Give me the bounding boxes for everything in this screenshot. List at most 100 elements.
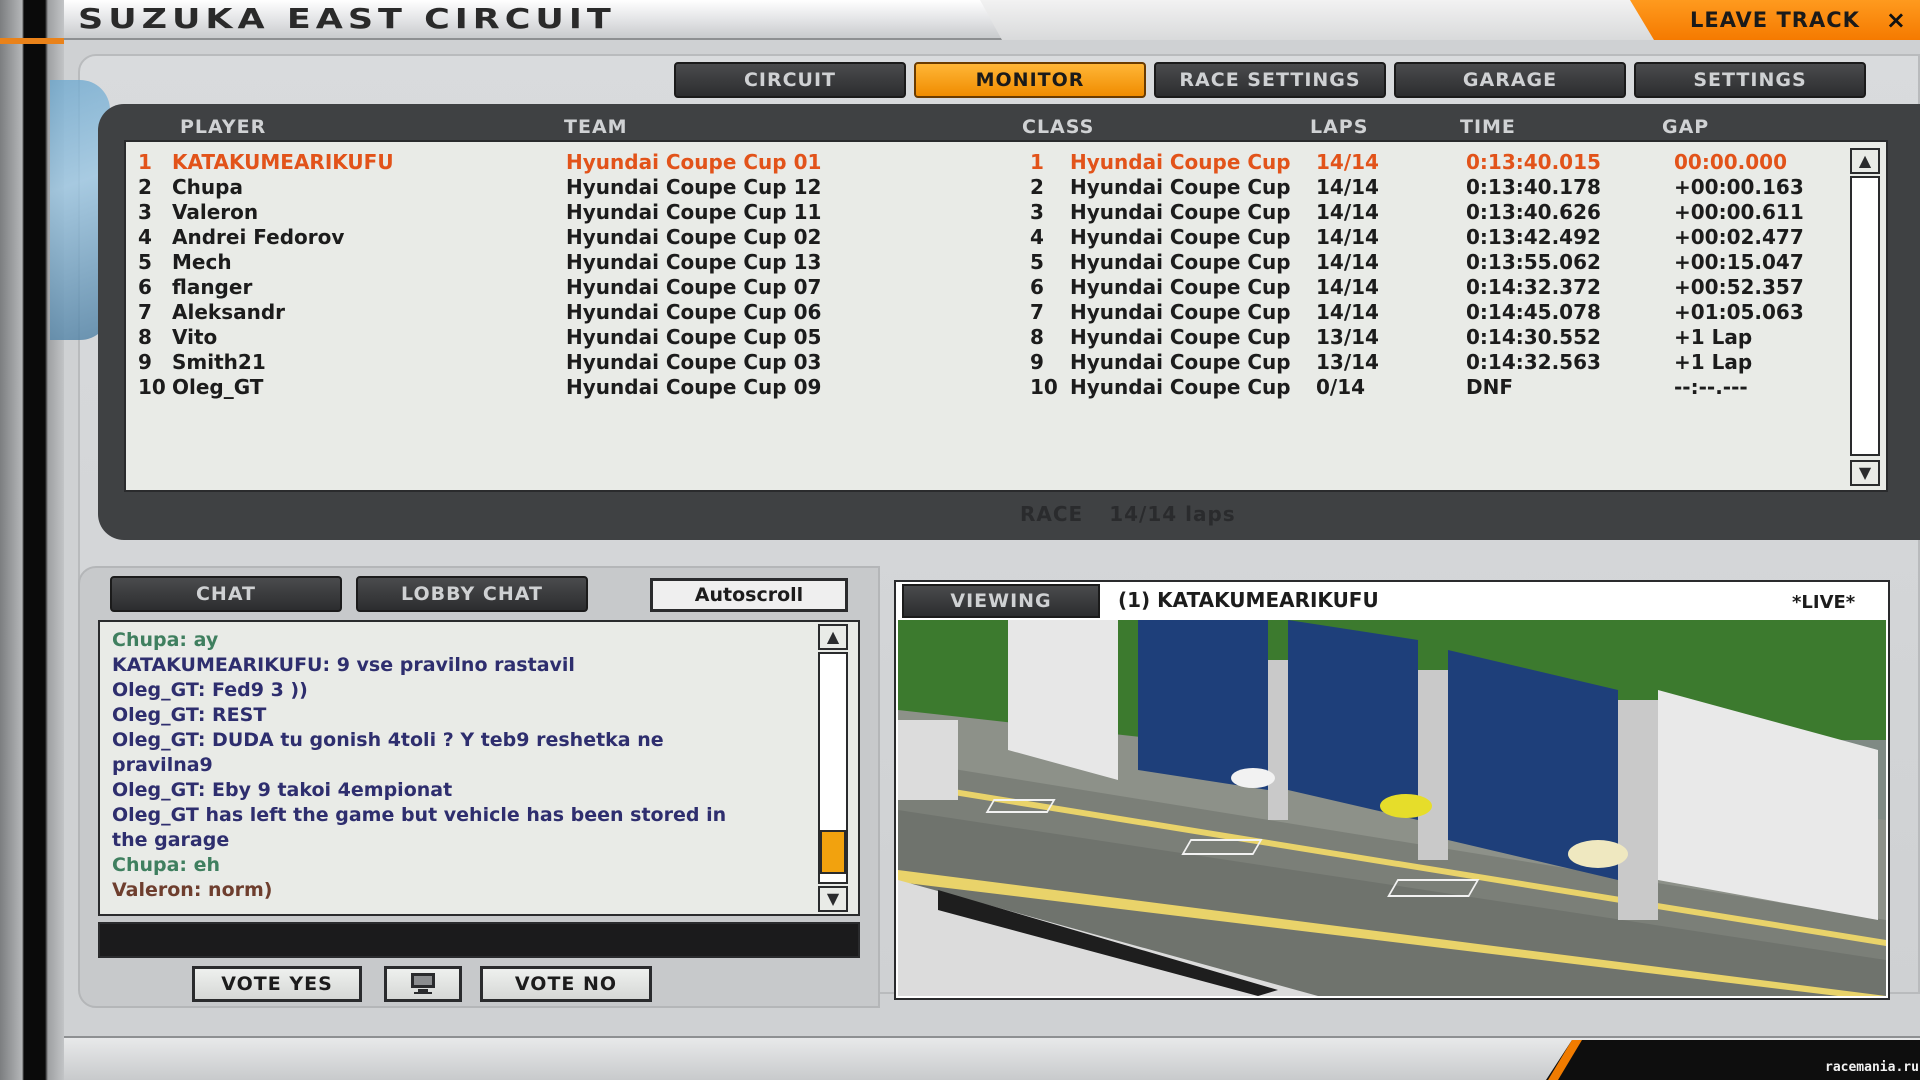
- vote-no-button[interactable]: VOTE NO: [480, 966, 652, 1002]
- result-team: Hyundai Coupe Cup 02: [566, 225, 822, 249]
- header-class: CLASS: [1022, 116, 1095, 138]
- result-gap: +1 Lap: [1674, 350, 1753, 374]
- chat-message: Chupa: eh: [112, 854, 221, 876]
- result-player: Chupa: [172, 175, 243, 199]
- chat-scrollbar[interactable]: ▲ ▼: [818, 624, 848, 912]
- chat-message: Oleg_GT: Fed9 3 )): [112, 679, 308, 701]
- result-time: 0:14:30.552: [1466, 325, 1601, 349]
- table-row[interactable]: 8 Vito Hyundai Coupe Cup 05 8 Hyundai Coupe …: [126, 325, 1826, 350]
- result-player: Mech: [172, 250, 232, 274]
- tab-monitor[interactable]: MONITOR: [914, 62, 1146, 98]
- scroll-up-icon[interactable]: ▲: [1850, 148, 1880, 174]
- result-gap: +00:15.047: [1674, 250, 1804, 274]
- chat-message: Oleg_GT: Eby 9 takoi 4empionat: [112, 779, 453, 801]
- result-gap: +00:00.163: [1674, 175, 1804, 199]
- result-gap: +00:52.357: [1674, 275, 1804, 299]
- tab-chat[interactable]: CHAT: [110, 576, 342, 612]
- table-row[interactable]: 3 Valeron Hyundai Coupe Cup 11 3 Hyundai Cou…: [126, 200, 1826, 225]
- result-team: Hyundai Coupe Cup 03: [566, 350, 822, 374]
- results-header: PLAYER TEAM CLASS LAPS TIME GAP: [98, 110, 1920, 140]
- result-class-position: 4: [1030, 225, 1044, 249]
- watermark: racemania.ru: [1825, 1060, 1919, 1075]
- header-gap: GAP: [1662, 116, 1710, 138]
- result-gap: +00:00.611: [1674, 200, 1804, 224]
- race-laps-label: 14/14 laps: [1109, 502, 1236, 526]
- live-badge: *LIVE*: [1792, 592, 1856, 613]
- result-laps: 13/14: [1316, 350, 1379, 374]
- chat-message: the garage: [112, 829, 230, 851]
- tab-garage[interactable]: GARAGE: [1394, 62, 1626, 98]
- pit-lane-camera-image: [898, 620, 1886, 996]
- result-player: Vito: [172, 325, 218, 349]
- header-laps: LAPS: [1310, 116, 1369, 138]
- close-icon[interactable]: ×: [1886, 6, 1906, 34]
- result-team: Hyundai Coupe Cup 06: [566, 300, 822, 324]
- table-row[interactable]: 5 Mech Hyundai Coupe Cup 13 5 Hyundai Coupe …: [126, 250, 1826, 275]
- result-class: Hyundai Coupe Cup: [1070, 250, 1291, 274]
- result-position: 6: [138, 275, 152, 299]
- vote-yes-button[interactable]: VOTE YES: [192, 966, 362, 1002]
- header-time: TIME: [1460, 116, 1516, 138]
- tab-race-settings[interactable]: RACE SETTINGS: [1154, 62, 1386, 98]
- chat-message: pravilna9: [112, 754, 213, 776]
- results-scrollbar[interactable]: ▲ ▼: [1850, 148, 1880, 488]
- result-team: Hyundai Coupe Cup 01: [566, 150, 822, 174]
- result-team: Hyundai Coupe Cup 13: [566, 250, 822, 274]
- autoscroll-toggle[interactable]: Autoscroll: [650, 578, 848, 612]
- result-time: 0:13:55.062: [1466, 250, 1601, 274]
- result-position: 10: [138, 375, 166, 399]
- chat-message: Oleg_GT has left the game but vehicle ha…: [112, 804, 727, 826]
- tab-lobby-chat[interactable]: LOBBY CHAT: [356, 576, 588, 612]
- chat-log: Chupa: ay KATAKUMEARIKUFU: 9 vse pravilno…: [98, 620, 860, 916]
- chat-input[interactable]: [98, 922, 860, 958]
- result-class-position: 3: [1030, 200, 1044, 224]
- result-class: Hyundai Coupe Cup: [1070, 375, 1291, 399]
- result-player: flanger: [172, 275, 253, 299]
- table-row[interactable]: 1 KATAKUMEARIKUFU Hyundai Coupe Cup 01 1 Hyu…: [126, 150, 1826, 175]
- monitor-icon: [411, 973, 435, 994]
- chat-message: Oleg_GT: DUDA tu gonish 4toli ? Y teb9 r…: [112, 729, 664, 751]
- table-row[interactable]: 9 Smith21 Hyundai Coupe Cup 03 9 Hyundai Cou…: [126, 350, 1826, 375]
- result-class-position: 2: [1030, 175, 1044, 199]
- header-team: TEAM: [564, 116, 628, 138]
- header-player: PLAYER: [180, 116, 267, 138]
- leave-track-button[interactable]: LEAVE TRACK ×: [1630, 0, 1920, 40]
- race-session-label: RACE: [1020, 502, 1084, 526]
- chat-scroll-thumb[interactable]: [820, 830, 846, 874]
- result-team: Hyundai Coupe Cup 09: [566, 375, 822, 399]
- chat-scroll-down-icon[interactable]: ▼: [818, 886, 848, 912]
- table-row[interactable]: 4 Andrei Fedorov Hyundai Coupe Cup 02 4 Hyun…: [126, 225, 1826, 250]
- result-position: 7: [138, 300, 152, 324]
- results-table: 1 KATAKUMEARIKUFU Hyundai Coupe Cup 01 1 Hyu…: [124, 140, 1888, 492]
- result-laps: 14/14: [1316, 275, 1379, 299]
- race-status: RACE 14/14 laps: [1020, 502, 1236, 526]
- result-laps: 14/14: [1316, 225, 1379, 249]
- result-laps: 0/14: [1316, 375, 1366, 399]
- result-position: 3: [138, 200, 152, 224]
- result-time: 0:13:42.492: [1466, 225, 1601, 249]
- result-laps: 14/14: [1316, 300, 1379, 324]
- scroll-down-icon[interactable]: ▼: [1850, 460, 1880, 486]
- result-laps: 14/14: [1316, 175, 1379, 199]
- monitor-button[interactable]: [384, 966, 462, 1002]
- result-class-position: 9: [1030, 350, 1044, 374]
- table-row[interactable]: 7 Aleksandr Hyundai Coupe Cup 06 7 Hyundai C…: [126, 300, 1826, 325]
- tab-circuit[interactable]: CIRCUIT: [674, 62, 906, 98]
- results-scroll-track[interactable]: [1850, 176, 1880, 456]
- top-accent-stripe: [0, 38, 64, 44]
- result-class: Hyundai Coupe Cup: [1070, 175, 1291, 199]
- chat-message: Valeron: norm): [112, 879, 273, 901]
- table-row[interactable]: 6 flanger Hyundai Coupe Cup 07 6 Hyundai Cou…: [126, 275, 1826, 300]
- tab-settings[interactable]: SETTINGS: [1634, 62, 1866, 98]
- table-row[interactable]: 2 Chupa Hyundai Coupe Cup 12 2 Hyundai Coupe…: [126, 175, 1826, 200]
- result-position: 5: [138, 250, 152, 274]
- result-class: Hyundai Coupe Cup: [1070, 300, 1291, 324]
- chat-message: Oleg_GT: REST: [112, 704, 267, 726]
- result-player: Oleg_GT: [172, 375, 264, 399]
- result-time: 0:14:32.563: [1466, 350, 1601, 374]
- table-row[interactable]: 10 Oleg_GT Hyundai Coupe Cup 09 10 Hyundai C…: [126, 375, 1826, 400]
- result-class: Hyundai Coupe Cup: [1070, 275, 1291, 299]
- viewing-button[interactable]: VIEWING: [902, 584, 1100, 618]
- result-class-position: 7: [1030, 300, 1044, 324]
- chat-scroll-up-icon[interactable]: ▲: [818, 624, 848, 650]
